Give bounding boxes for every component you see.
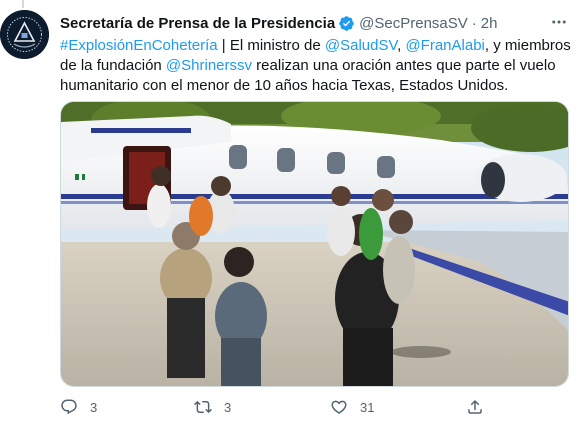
- avatar[interactable]: [0, 10, 49, 59]
- mention-franalabi[interactable]: @FranAlabi: [405, 37, 484, 54]
- tweet-text-segment: | El ministro de: [217, 37, 325, 54]
- retweet-count: 3: [224, 399, 232, 415]
- tweet-text: #ExplosiónEnCohetería | El ministro de @…: [60, 36, 572, 96]
- author-name[interactable]: Secretaría de Prensa de la Presidencia: [60, 15, 335, 32]
- thread-line: [22, 0, 24, 8]
- tweet-actions: 3 3 31: [60, 398, 510, 418]
- mention-saludsv[interactable]: @SaludSV: [325, 37, 397, 54]
- share-button[interactable]: [466, 398, 484, 416]
- reply-button[interactable]: 3: [60, 398, 97, 416]
- retweet-icon: [194, 400, 212, 414]
- reply-count: 3: [90, 399, 98, 415]
- author-handle[interactable]: @SecPrensaSV: [359, 15, 468, 32]
- timestamp[interactable]: 2h: [481, 15, 498, 32]
- tweet[interactable]: Secretaría de Prensa de la Presidencia @…: [0, 0, 583, 427]
- like-icon: [331, 400, 347, 414]
- share-icon: [468, 399, 482, 414]
- tweet-header: Secretaría de Prensa de la Presidencia @…: [60, 12, 497, 34]
- reply-icon: [61, 399, 77, 415]
- photo-people-praying-beside-jet: [61, 102, 568, 386]
- tweet-photo[interactable]: [60, 101, 569, 387]
- hashtag-link[interactable]: #ExplosiónEnCohetería: [60, 37, 218, 54]
- like-count: 31: [360, 399, 375, 415]
- more-icon[interactable]: [549, 12, 569, 32]
- separator-dot: ·: [471, 14, 477, 32]
- verified-badge-icon: [338, 15, 355, 32]
- coat-of-arms-icon: [0, 10, 49, 59]
- retweet-button[interactable]: 3: [194, 398, 231, 416]
- like-button[interactable]: 31: [330, 398, 374, 416]
- mention-shrinerssv[interactable]: @Shrinerssv: [166, 57, 252, 74]
